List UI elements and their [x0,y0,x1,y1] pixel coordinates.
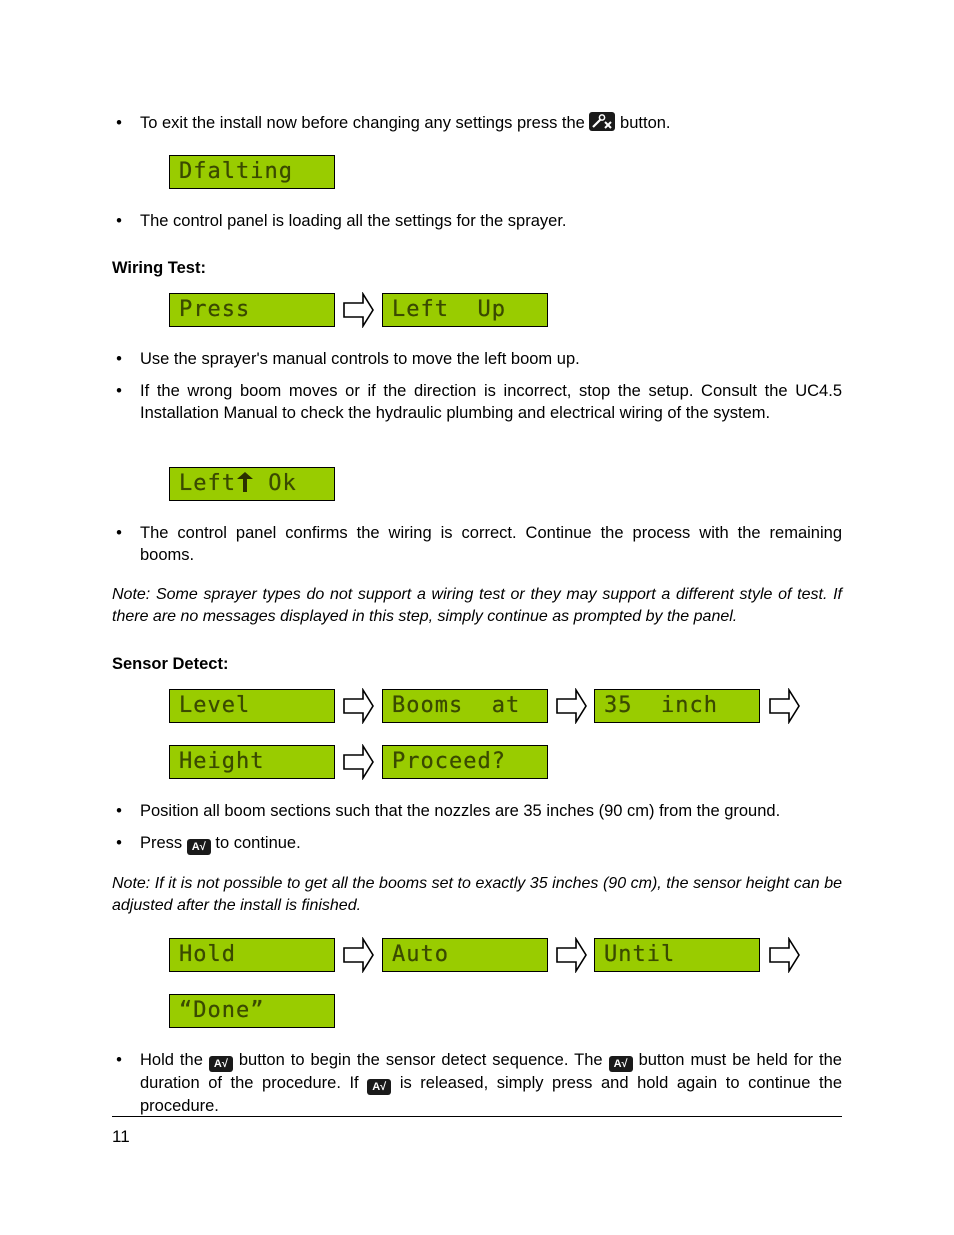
note-wiring: Note: Some sprayer types do not support … [112,586,842,625]
auto-check-button-icon: A√ [208,1056,233,1072]
lcd-display-height: Height [169,745,335,779]
bullet-dot: • [116,212,122,230]
footer-rule [112,1116,842,1117]
lcd-display-press: Press [169,293,335,327]
arrow-right-icon [556,937,587,973]
lcd-display-booms-at: Booms at [382,689,548,723]
wrench-x-icon [589,112,616,131]
page-number: 11 [112,1127,130,1146]
bullet-dot: • [116,834,122,852]
bullet-dot: • [116,382,122,400]
auto-check-button-icon: A√ [608,1056,633,1072]
arrow-right-icon [343,292,374,328]
lcd-display-level: Level [169,689,335,723]
lcd-display-done: “Done” [169,994,335,1028]
lcd-display-proceed: Proceed? [382,745,548,779]
lcd-display-35-inch: 35 inch [594,689,760,723]
lcd-display-until: Until [594,938,760,972]
auto-check-button-icon: A√ [367,1079,392,1095]
arrow-right-icon [343,688,374,724]
heading-wiring-test: Wiring Test: [112,259,206,277]
arrow-up-icon [236,472,253,492]
bullet-dot: • [116,1051,122,1069]
bullet-text: To exit the install now before changing … [140,114,585,132]
arrow-right-icon [769,937,800,973]
bullet-dot: • [116,524,122,542]
bullet-dot: • [116,114,122,132]
auto-check-button-icon: A√ [186,839,211,855]
arrow-right-icon [343,937,374,973]
bullet-dot: • [116,350,122,368]
lcd-display-auto: Auto [382,938,548,972]
lcd-display-left-up: Left Up [382,293,548,327]
arrow-right-icon [556,688,587,724]
bullet-text: button. [620,114,671,132]
lcd-display-left-ok: Left Ok [169,467,335,501]
lcd-display-defaulting: Dfalting [169,155,335,189]
lcd-display-hold: Hold [169,938,335,972]
heading-sensor-detect: Sensor Detect: [112,655,229,673]
note-sensor: Note: If it is not possible to get all t… [112,875,842,914]
arrow-right-icon [769,688,800,724]
bullet-dot: • [116,802,122,820]
arrow-right-icon [343,744,374,780]
